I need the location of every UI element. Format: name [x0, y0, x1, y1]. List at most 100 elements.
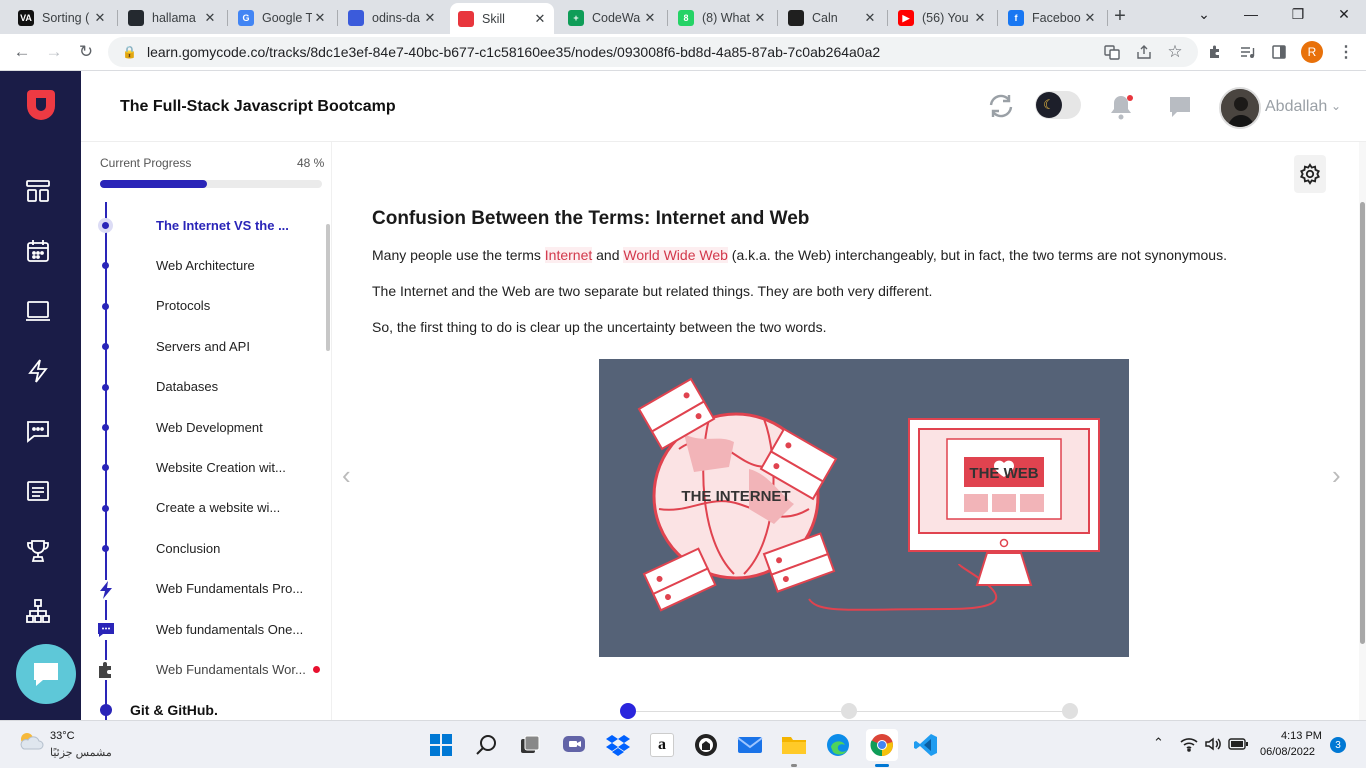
- edge-browser-icon[interactable]: [822, 729, 854, 761]
- user-avatar[interactable]: [1219, 87, 1261, 129]
- lightning-icon[interactable]: [21, 354, 55, 388]
- amazon-icon[interactable]: a: [646, 729, 678, 761]
- notification-count-badge[interactable]: 3: [1330, 737, 1346, 753]
- clock-date[interactable]: 06/08/2022: [1260, 746, 1315, 758]
- slide-dot-2[interactable]: [841, 703, 857, 719]
- close-tab-icon[interactable]: ✕: [92, 10, 108, 26]
- close-tab-icon[interactable]: ✕: [1082, 10, 1098, 26]
- chrome-browser-icon[interactable]: [866, 729, 898, 761]
- github-desktop-icon[interactable]: [690, 729, 722, 761]
- windows-start-icon[interactable]: [425, 729, 457, 761]
- share-icon[interactable]: [1134, 42, 1154, 62]
- outline-item[interactable]: The Internet VS the ...: [81, 210, 331, 240]
- battery-icon[interactable]: [1228, 737, 1248, 755]
- vscode-icon[interactable]: [910, 729, 942, 761]
- chat-icon[interactable]: [21, 414, 55, 448]
- outline-item[interactable]: Web Fundamentals Wor...: [81, 654, 331, 684]
- support-chat-button[interactable]: [16, 644, 76, 704]
- outline-item[interactable]: Protocols: [81, 291, 331, 321]
- outline-item[interactable]: Web Architecture: [81, 250, 331, 280]
- mail-icon[interactable]: [734, 729, 766, 761]
- profile-avatar[interactable]: R: [1301, 41, 1323, 63]
- forward-icon[interactable]: →: [42, 40, 66, 64]
- browser-tab[interactable]: hallama ✕: [120, 5, 224, 31]
- browser-menu-icon[interactable]: ⋮: [1336, 42, 1356, 62]
- side-panel-icon[interactable]: [1269, 42, 1289, 62]
- outline-item[interactable]: Web Fundamentals Pro...: [81, 574, 331, 604]
- task-view-icon[interactable]: [514, 729, 546, 761]
- previous-arrow-icon[interactable]: ‹: [342, 460, 351, 491]
- browser-tab[interactable]: odins-da ✕: [340, 5, 444, 31]
- outline-item[interactable]: Web Development: [81, 412, 331, 442]
- browser-tab[interactable]: Skill ✕: [450, 3, 554, 34]
- clock-time[interactable]: 4:13 PM: [1281, 730, 1322, 742]
- dropbox-icon[interactable]: [602, 729, 634, 761]
- browser-tab[interactable]: VA Sorting (✕: [10, 5, 114, 31]
- tracks-icon[interactable]: [21, 174, 55, 208]
- gomycode-logo-icon[interactable]: [25, 88, 57, 127]
- gomycode-icon: [458, 10, 474, 27]
- file-explorer-icon[interactable]: [778, 729, 810, 761]
- outline-item[interactable]: Create a website wi...: [81, 493, 331, 523]
- page-scrollbar-thumb[interactable]: [1360, 202, 1365, 644]
- browser-tab[interactable]: Caln ✕: [780, 5, 884, 31]
- reload-icon[interactable]: ↻: [74, 40, 98, 64]
- sync-icon[interactable]: [987, 93, 1015, 124]
- settings-gear-icon[interactable]: [1294, 155, 1326, 193]
- weather-description[interactable]: مشمس جزئيًا: [50, 746, 112, 759]
- browser-tab[interactable]: G Google T ✕: [230, 5, 334, 31]
- sidebar-scrollbar[interactable]: [326, 224, 330, 351]
- slide-dot-3[interactable]: [1062, 703, 1078, 719]
- close-tab-icon[interactable]: ✕: [202, 10, 218, 26]
- teams-chat-icon[interactable]: [558, 729, 590, 761]
- back-icon[interactable]: ←: [10, 40, 34, 64]
- browser-tab[interactable]: 8 (8) What ✕: [670, 5, 774, 31]
- temperature[interactable]: 33°C: [50, 730, 75, 742]
- tab-search-icon[interactable]: ⌄: [1196, 6, 1212, 23]
- media-queue-icon[interactable]: [1237, 42, 1257, 62]
- outline-item[interactable]: Website Creation wit...: [81, 452, 331, 482]
- bookmark-star-icon[interactable]: ☆: [1165, 42, 1185, 62]
- volume-icon[interactable]: [1204, 736, 1222, 757]
- outline-section[interactable]: Git & GitHub.: [81, 695, 331, 720]
- wifi-icon[interactable]: [1180, 736, 1198, 757]
- close-tab-icon[interactable]: ✕: [312, 10, 328, 26]
- close-tab-icon[interactable]: ✕: [862, 10, 878, 26]
- chevron-up-icon[interactable]: ⌃: [1153, 735, 1164, 751]
- illustration-label-internet: THE INTERNET: [681, 488, 790, 505]
- close-window-icon[interactable]: ✕: [1336, 6, 1352, 23]
- extensions-icon[interactable]: [1205, 42, 1225, 62]
- outline-item[interactable]: Web fundamentals One...: [81, 614, 331, 644]
- laptop-icon[interactable]: [21, 294, 55, 328]
- outline-item[interactable]: Databases: [81, 372, 331, 402]
- document-icon[interactable]: [21, 474, 55, 508]
- close-tab-icon[interactable]: ✕: [532, 11, 548, 27]
- next-arrow-icon[interactable]: ›: [1332, 460, 1341, 491]
- chevron-down-icon[interactable]: ⌄: [1331, 99, 1341, 113]
- weather-cloud-icon[interactable]: [18, 731, 44, 750]
- address-bar[interactable]: 🔒 learn.gomycode.co/tracks/8dc1e3ef-84e7…: [108, 37, 1198, 67]
- close-tab-icon[interactable]: ✕: [422, 10, 438, 26]
- new-tab-button[interactable]: +: [1110, 5, 1130, 28]
- restore-icon[interactable]: ❐: [1290, 6, 1306, 23]
- browser-tab[interactable]: + CodeWa ✕: [560, 5, 664, 31]
- browser-tab[interactable]: f Faceboo ✕: [1000, 5, 1104, 31]
- notification-bell-icon[interactable]: [1109, 94, 1133, 125]
- search-icon[interactable]: [470, 729, 502, 761]
- outline-item[interactable]: Conclusion: [81, 533, 331, 563]
- slide-dot-1[interactable]: [620, 703, 636, 719]
- close-tab-icon[interactable]: ✕: [642, 10, 658, 26]
- trophy-icon[interactable]: [21, 534, 55, 568]
- minimize-icon[interactable]: —: [1243, 6, 1259, 22]
- user-name[interactable]: Abdallah: [1265, 98, 1327, 116]
- outline-item[interactable]: Servers and API: [81, 331, 331, 361]
- translate-icon[interactable]: [1102, 42, 1122, 62]
- messages-icon[interactable]: [1168, 95, 1192, 124]
- close-tab-icon[interactable]: ✕: [972, 10, 988, 26]
- browser-tab[interactable]: ▶ (56) You ✕: [890, 5, 994, 31]
- dark-mode-toggle[interactable]: ☾: [1035, 91, 1081, 119]
- hierarchy-icon[interactable]: [21, 594, 55, 628]
- calendar-icon[interactable]: [21, 234, 55, 268]
- course-outline-sidebar: Current Progress 48 % The Internet VS th…: [81, 142, 331, 720]
- close-tab-icon[interactable]: ✕: [752, 10, 768, 26]
